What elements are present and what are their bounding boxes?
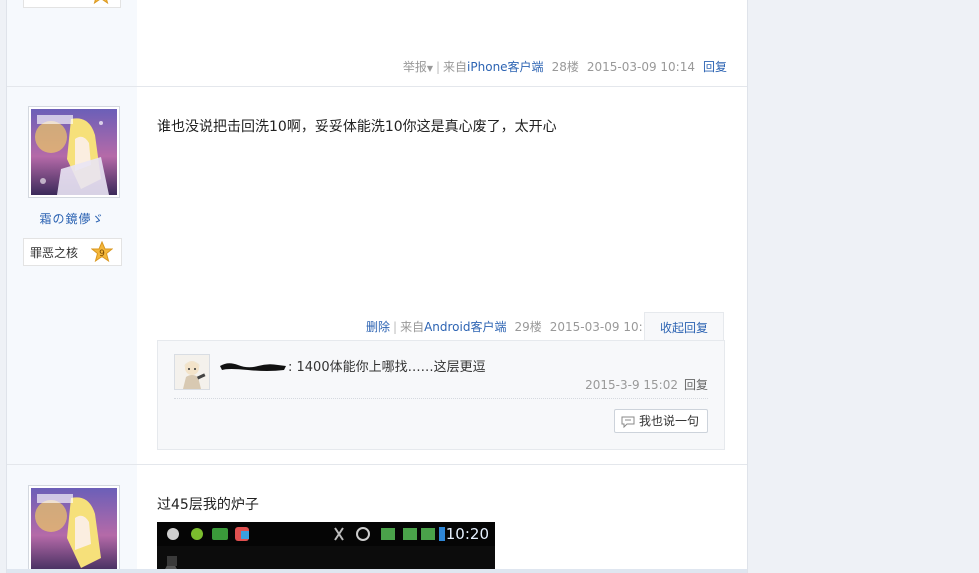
sub-reply-divider	[174, 398, 708, 399]
sub-reply-meta: 2015-3-9 15:02 回复	[585, 376, 708, 393]
sub-reply-avatar[interactable]	[174, 354, 210, 390]
level-star-icon: 9	[91, 241, 113, 263]
username[interactable]: 霜の鏡儚ゞ	[7, 210, 137, 227]
post-28-meta: 举报▼ | 来自iPhone客户端 28楼 2015-03-09 10:14 回复	[402, 60, 727, 74]
phone-statusbar-image	[157, 522, 495, 573]
reply-link[interactable]: 回复	[703, 60, 727, 74]
post-time: 2015-03-09 10:14	[586, 60, 695, 74]
badge-label: 罪恶之核	[30, 246, 79, 260]
user-avatar[interactable]	[28, 106, 120, 198]
level-star-icon	[93, 0, 109, 5]
redacted-username	[220, 363, 286, 371]
client-link[interactable]: Android客户端	[424, 320, 506, 334]
comment-icon	[621, 416, 635, 428]
sub-reply-text: : 1400体能你上哪找……这层更逗	[288, 360, 486, 375]
avatar-image	[31, 488, 117, 573]
say-something-button[interactable]: 我也说一句	[613, 409, 708, 433]
source-prefix: 来自	[443, 60, 468, 74]
sub-reply-link[interactable]: 回复	[684, 378, 708, 392]
status-time: 10:20	[445, 525, 489, 543]
client-link[interactable]: iPhone客户端	[467, 60, 544, 74]
sub-reply-time: 2015-3-9 15:02	[585, 378, 678, 392]
delete-link[interactable]: 删除	[366, 320, 390, 334]
post-divider	[7, 86, 747, 87]
post-divider	[7, 464, 747, 465]
floor-number: 28楼	[551, 60, 579, 74]
post-time: 2015-03-09 10:17	[549, 320, 658, 334]
user-badge[interactable]: 罪恶之核 9	[23, 238, 122, 266]
source-prefix: 来自	[400, 320, 425, 334]
post-image[interactable]: 10:20	[157, 522, 495, 573]
thread-list: 举报▼ | 来自iPhone客户端 28楼 2015-03-09 10:14 回复 霜の鏡…	[6, 0, 748, 573]
badge-level: 9	[99, 249, 105, 259]
report-link[interactable]: 举报	[403, 60, 427, 74]
bottom-edge	[7, 569, 747, 573]
collapse-replies-button[interactable]: 收起回复	[644, 312, 724, 342]
user-avatar[interactable]	[28, 485, 120, 573]
post-content: 过45层我的炉子	[157, 497, 259, 513]
badge-box-prev	[23, 0, 121, 8]
say-something-label: 我也说一句	[638, 414, 699, 428]
post-content: 谁也没说把击回洗10啊，妥妥体能洗10你这是真心废了，太开心	[157, 119, 557, 135]
post-29-meta: 删除 | 来自Android客户端 29楼 2015-03-09 10:17	[366, 320, 658, 334]
floor-number: 29楼	[514, 320, 542, 334]
dropdown-caret-icon[interactable]: ▼	[427, 64, 433, 73]
sub-reply-panel: : 1400体能你上哪找……这层更逗 2015-3-9 15:02 回复 我也说一…	[157, 340, 725, 450]
avatar-image	[31, 109, 117, 195]
